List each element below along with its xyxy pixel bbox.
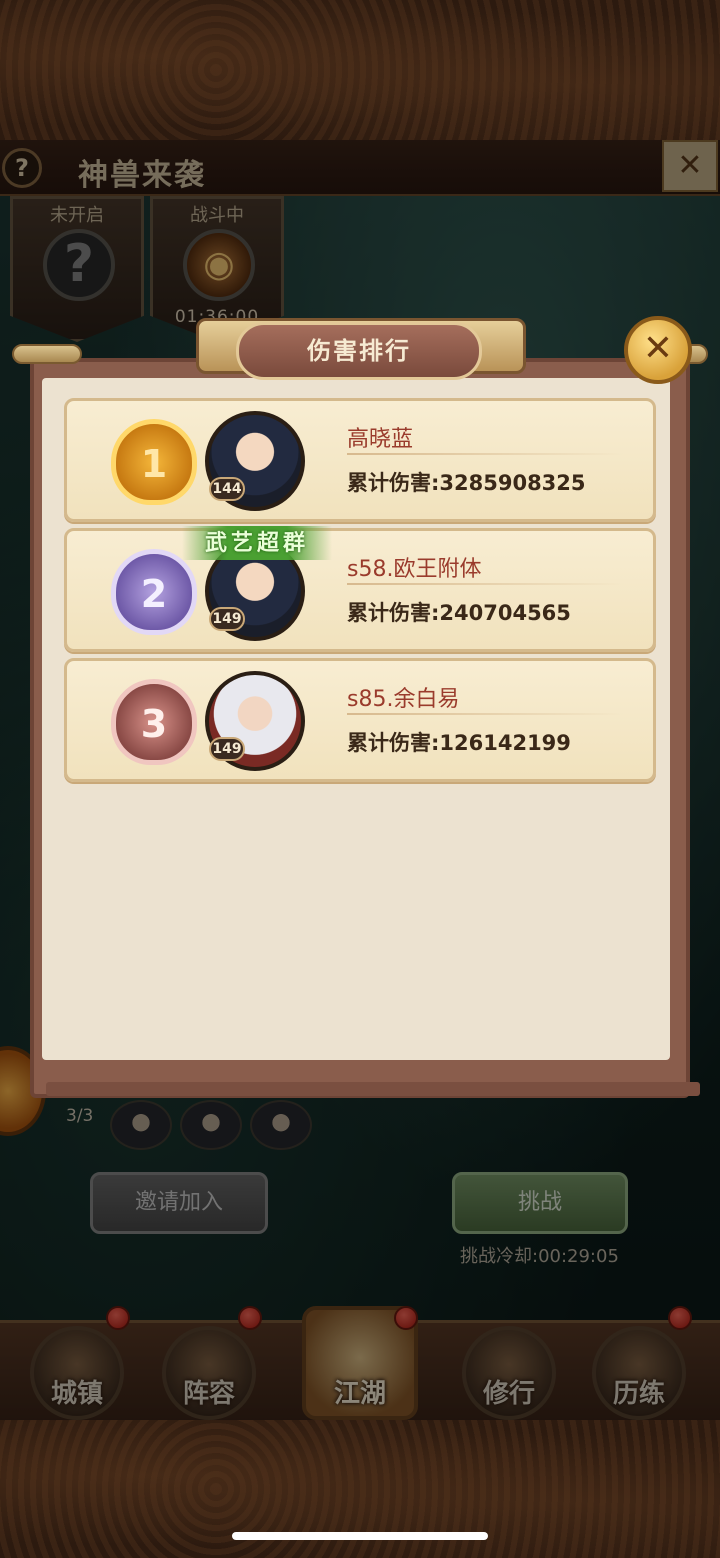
top-decorative-frame [0, 0, 720, 140]
close-icon: ✕ [642, 328, 674, 369]
rank-row[interactable]: 1 144 高晓蓝 累计伤害:3285908325 [64, 398, 656, 522]
player-name: s85.余白易 [347, 687, 460, 712]
rank-row[interactable]: 3 149 s85.余白易 累计伤害:126142199 [64, 658, 656, 782]
player-name: s58.欧王附体 [347, 557, 482, 582]
divider [347, 583, 623, 585]
damage-total: 累计伤害:240704565 [347, 601, 571, 625]
rank-badge: 2 [111, 549, 197, 635]
divider [347, 453, 623, 455]
player-name: 高晓蓝 [347, 427, 414, 452]
rank-badge: 1 [111, 419, 197, 505]
level-badge: 144 [209, 477, 245, 501]
damage-total: 累计伤害:126142199 [347, 731, 571, 755]
level-badge: 149 [209, 607, 245, 631]
damage-total: 累计伤害:3285908325 [347, 471, 586, 495]
divider [347, 713, 623, 715]
panel-title: 伤害排行 [236, 322, 482, 380]
rank-badge: 3 [111, 679, 197, 765]
rank-row[interactable]: 2 149 s58.欧王附体 累计伤害:240704565 [64, 528, 656, 652]
panel-bottom-bar [46, 1082, 700, 1096]
level-badge: 149 [209, 737, 245, 761]
panel-rail-left [12, 344, 82, 364]
panel-close-button[interactable]: ✕ [624, 316, 692, 384]
home-indicator[interactable] [232, 1532, 488, 1540]
honor-title-badge: 武艺超群 [182, 526, 332, 560]
